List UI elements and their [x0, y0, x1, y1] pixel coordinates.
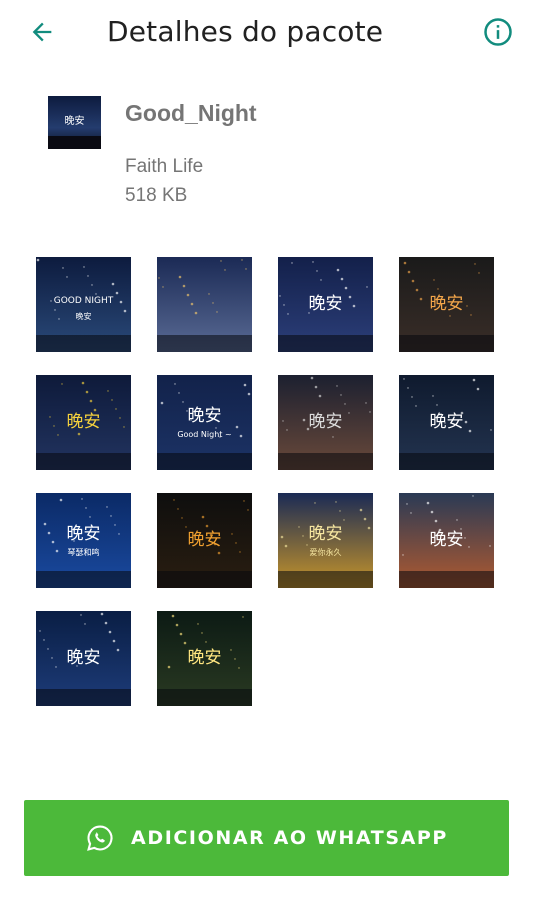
- add-button-label: ADICIONAR AO WHATSAPP: [131, 827, 448, 849]
- sticker-item[interactable]: 晚安: [157, 493, 252, 588]
- sticker-subcaption: 爱你永久: [310, 547, 342, 557]
- sticker-item[interactable]: 晚安: [157, 611, 252, 706]
- info-button[interactable]: [478, 12, 518, 52]
- sticker-item[interactable]: 晚安: [399, 493, 494, 588]
- sticker-item[interactable]: [157, 257, 252, 352]
- pack-tray-icon: 晚安: [48, 96, 101, 149]
- pack-name: Good_Night: [125, 100, 257, 126]
- sticker-caption: 晚安: [430, 530, 464, 550]
- sticker-item[interactable]: 晚安: [399, 257, 494, 352]
- sticker-caption: 晚安: [430, 294, 464, 314]
- sticker-item[interactable]: 晚安 Good Night ~: [157, 375, 252, 470]
- sticker-subcaption: 琴瑟和鸣: [68, 547, 100, 557]
- sticker-item[interactable]: 晚安: [278, 375, 373, 470]
- back-button[interactable]: [22, 12, 62, 52]
- sticker-item[interactable]: 晚安 琴瑟和鸣: [36, 493, 131, 588]
- sticker-caption: 晚安: [430, 412, 464, 432]
- sticker-caption: 晚安: [309, 524, 343, 544]
- sticker-caption: GOOD NIGHT: [54, 296, 114, 306]
- sticker-caption: 晚安: [188, 406, 222, 426]
- page-title: Detalhes do pacote: [107, 15, 384, 48]
- pack-icon-text: 晚安: [65, 114, 85, 127]
- sticker-caption: 晚安: [188, 648, 222, 668]
- arrow-left-icon: [32, 22, 52, 42]
- info-circle-icon: [484, 18, 512, 46]
- sticker-subcaption: 晚安: [76, 311, 92, 321]
- add-to-whatsapp-button[interactable]: ADICIONAR AO WHATSAPP: [24, 800, 509, 876]
- sticker-item[interactable]: GOOD NIGHT 晚安: [36, 257, 131, 352]
- sticker-item[interactable]: 晚安: [399, 375, 494, 470]
- pack-publisher: Faith Life: [125, 156, 204, 177]
- sticker-caption: 晚安: [67, 648, 101, 668]
- sticker-caption: 晚安: [309, 412, 343, 432]
- sticker-item[interactable]: 晚安: [36, 611, 131, 706]
- pack-size: 518 KB: [125, 185, 188, 206]
- sticker-pack-details-screen: Detalhes do pacote 晚安 Good_Night Faith L: [0, 0, 533, 900]
- sticker-caption: 晚安: [67, 412, 101, 432]
- sticker-caption: 晚安: [188, 530, 222, 550]
- sticker-item[interactable]: 晚安: [36, 375, 131, 470]
- sticker-caption: 晚安: [67, 524, 101, 544]
- app-bar: Detalhes do pacote: [0, 0, 533, 66]
- sticker-subcaption: Good Night ~: [177, 430, 231, 439]
- sticker-item[interactable]: 晚安 爱你永久: [278, 493, 373, 588]
- whatsapp-icon: [85, 823, 115, 853]
- sticker-caption: 晚安: [309, 294, 343, 314]
- sticker-item[interactable]: 晚安: [278, 257, 373, 352]
